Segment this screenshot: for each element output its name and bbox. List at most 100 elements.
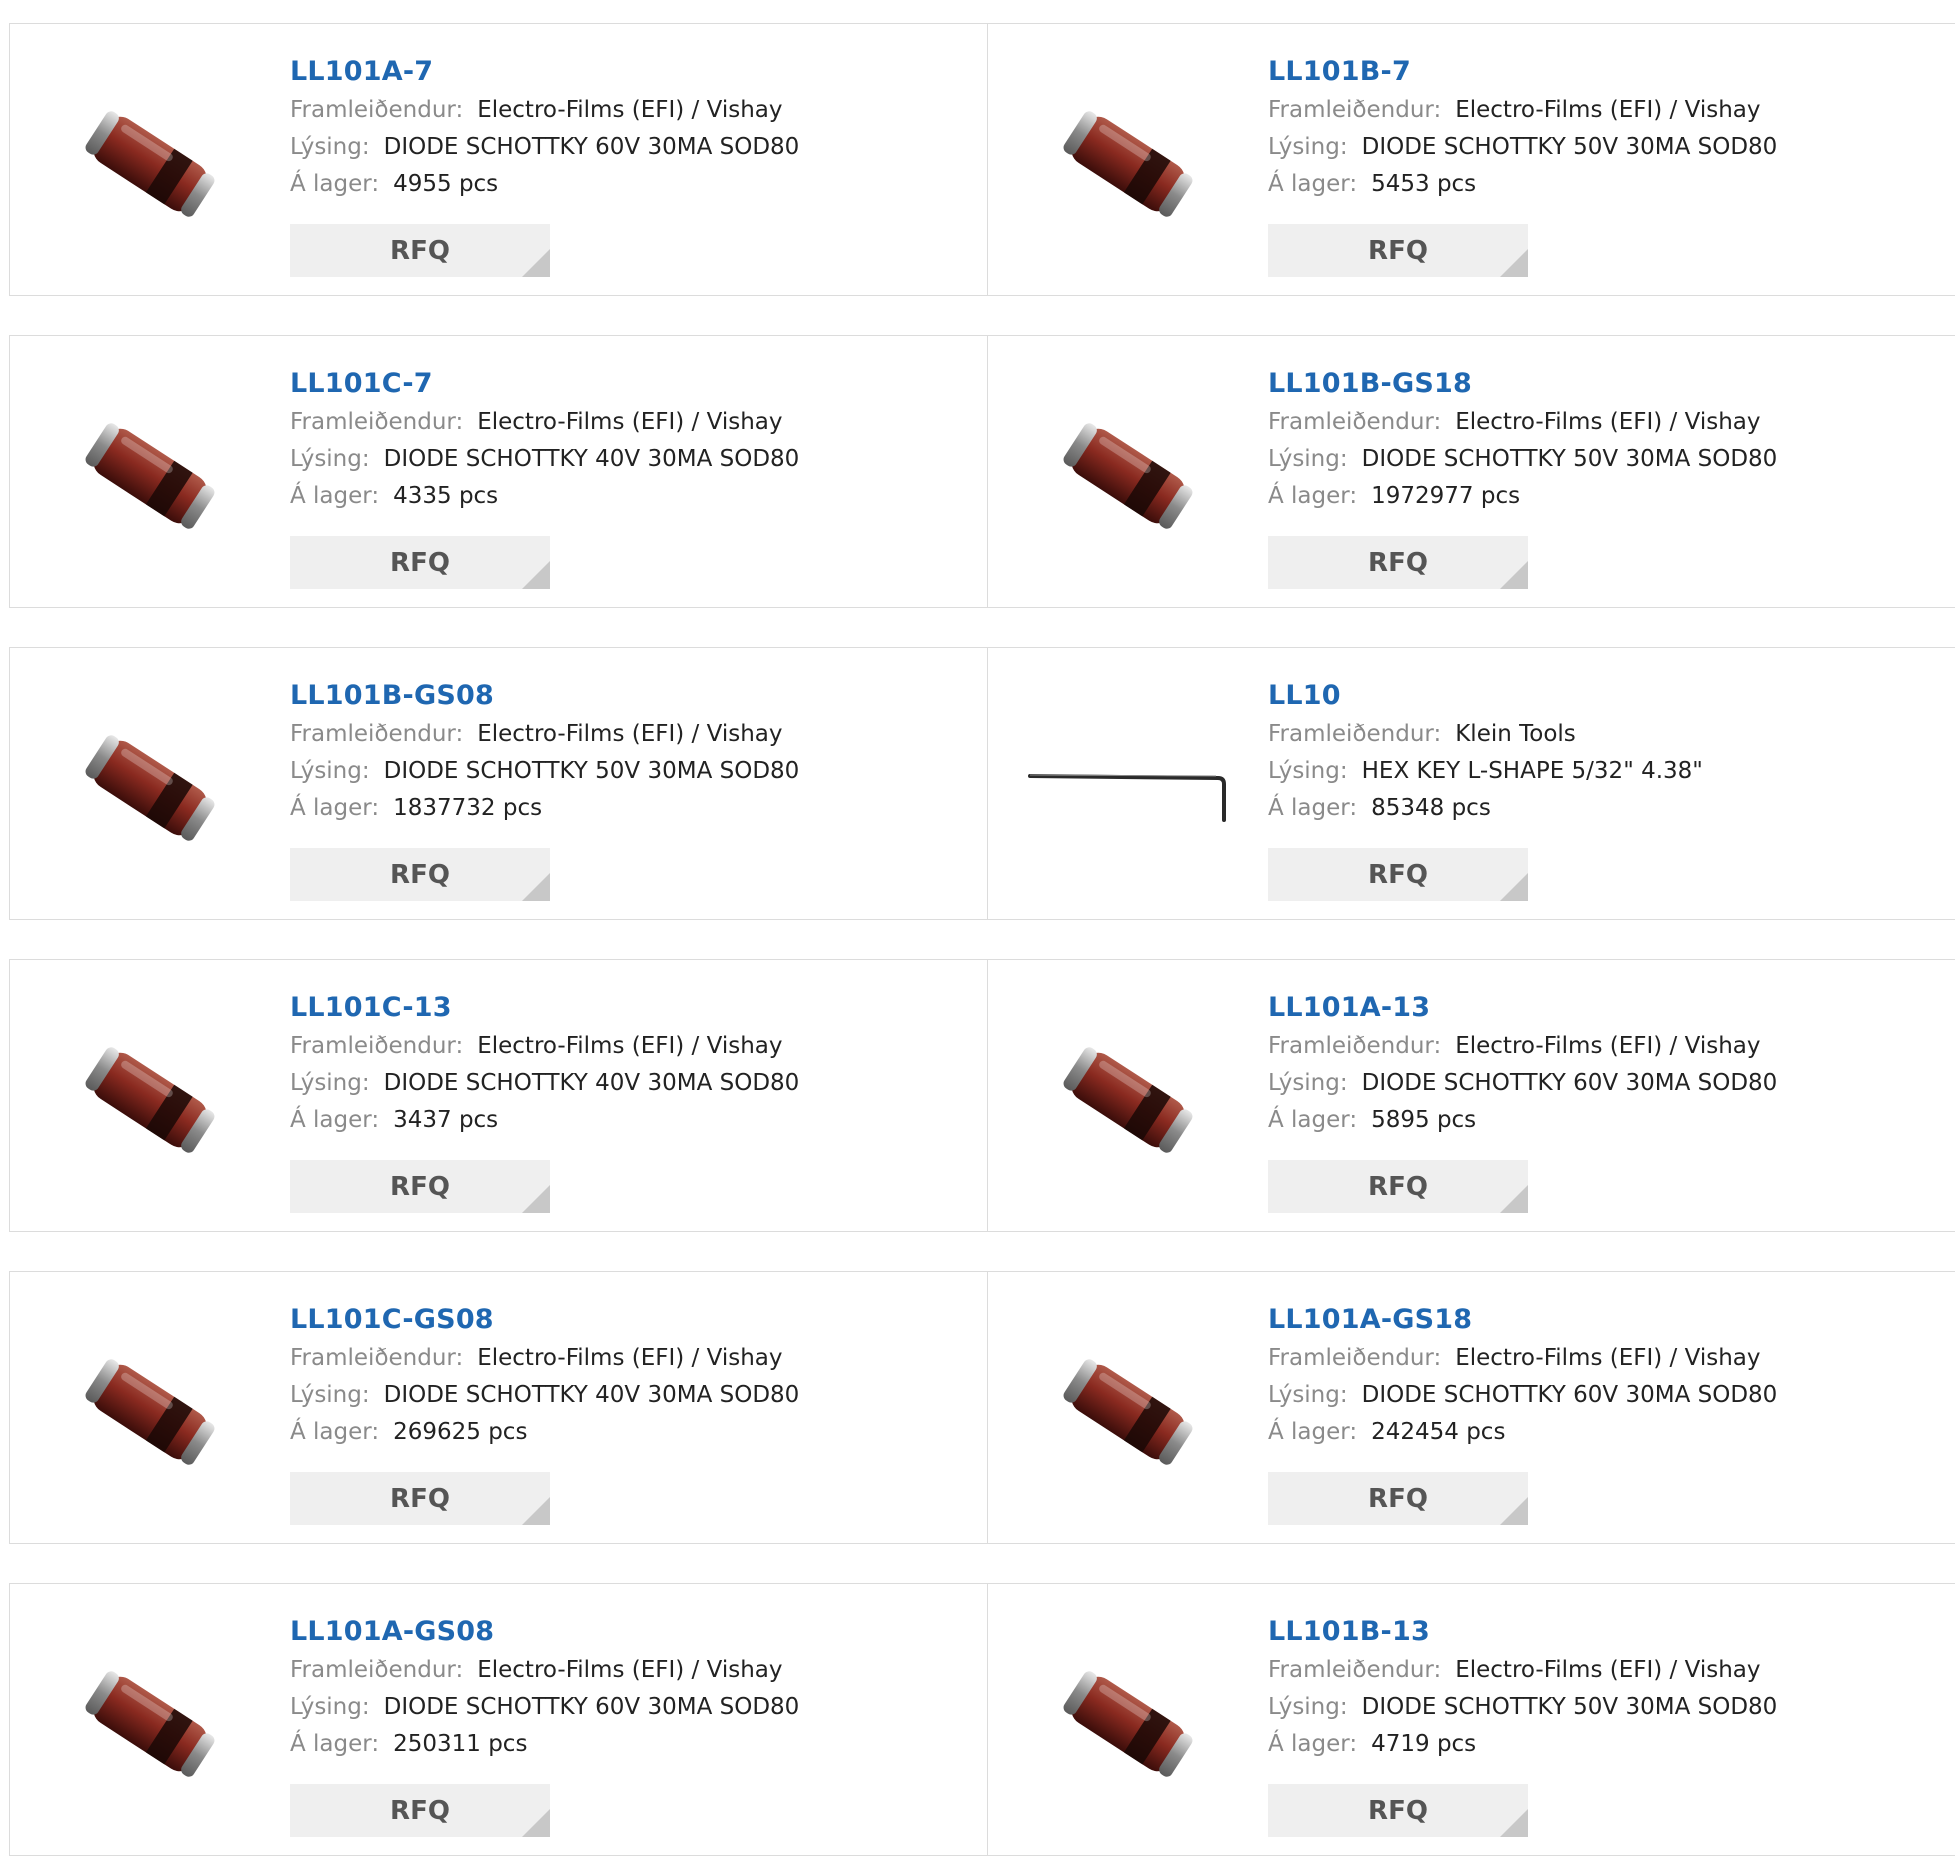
product-image[interactable] [50, 688, 250, 888]
part-number-link[interactable]: LL101C-GS08 [290, 1300, 799, 1340]
diode-icon [1063, 1359, 1193, 1465]
manufacturer-label: Framleiðendur: [1268, 1345, 1442, 1371]
description-value: DIODE SCHOTTKY 50V 30MA SOD80 [1361, 446, 1778, 472]
description-value: DIODE SCHOTTKY 50V 30MA SOD80 [1361, 134, 1778, 160]
part-number-link[interactable]: LL101B-7 [1268, 52, 1777, 92]
product-card: LL101B-GS08 Framleiðendur: Electro-Films … [10, 648, 988, 919]
part-number-link[interactable]: LL101A-13 [1268, 988, 1777, 1028]
diode-icon [1063, 1671, 1193, 1777]
rfq-label: RFQ [390, 547, 450, 578]
corner-triangle-icon [522, 873, 550, 901]
rfq-button[interactable]: RFQ [1268, 1160, 1528, 1213]
rfq-label: RFQ [1368, 547, 1428, 578]
rfq-label: RFQ [1368, 235, 1428, 266]
rfq-label: RFQ [1368, 1483, 1428, 1514]
manufacturer-value: Klein Tools [1455, 721, 1576, 747]
part-number-link[interactable]: LL101B-GS18 [1268, 364, 1777, 404]
rfq-label: RFQ [390, 235, 450, 266]
stock-value: 4335 pcs [393, 483, 499, 509]
diode-icon [85, 111, 215, 217]
stock-label: Á lager: [290, 1107, 380, 1133]
manufacturer-label: Framleiðendur: [1268, 1033, 1442, 1059]
description-label: Lýsing: [290, 758, 370, 784]
product-image[interactable] [50, 1624, 250, 1824]
part-number-link[interactable]: LL101A-GS18 [1268, 1300, 1777, 1340]
stock-value: 4955 pcs [393, 171, 499, 197]
product-card: LL101C-13 Framleiðendur: Electro-Films (E… [10, 960, 988, 1231]
manufacturer-value: Electro-Films (EFI) / Vishay [477, 409, 783, 435]
product-image[interactable] [50, 376, 250, 576]
description-label: Lýsing: [290, 1382, 370, 1408]
product-image[interactable] [50, 64, 250, 264]
product-row: LL101C-13 Framleiðendur: Electro-Films (E… [9, 959, 1955, 1232]
product-image[interactable] [50, 1312, 250, 1512]
manufacturer-label: Framleiðendur: [290, 721, 464, 747]
stock-value: 85348 pcs [1371, 795, 1491, 821]
diode-icon [85, 1047, 215, 1153]
stock-value: 242454 pcs [1371, 1419, 1506, 1445]
manufacturer-value: Electro-Films (EFI) / Vishay [477, 1345, 783, 1371]
rfq-button[interactable]: RFQ [290, 224, 550, 277]
rfq-button[interactable]: RFQ [290, 848, 550, 901]
description-label: Lýsing: [1268, 1694, 1348, 1720]
part-number-link[interactable]: LL101C-7 [290, 364, 799, 404]
diode-icon [85, 1671, 215, 1777]
manufacturer-value: Electro-Films (EFI) / Vishay [477, 721, 783, 747]
product-row: LL101A-7 Framleiðendur: Electro-Films (EF… [9, 23, 1955, 296]
corner-triangle-icon [522, 1185, 550, 1213]
rfq-button[interactable]: RFQ [290, 1472, 550, 1525]
rfq-button[interactable]: RFQ [290, 536, 550, 589]
part-number-link[interactable]: LL101A-7 [290, 52, 799, 92]
stock-value: 269625 pcs [393, 1419, 528, 1445]
rfq-label: RFQ [390, 1795, 450, 1826]
rfq-label: RFQ [390, 1171, 450, 1202]
description-value: DIODE SCHOTTKY 40V 30MA SOD80 [383, 1070, 800, 1096]
product-card: LL101C-GS08 Framleiðendur: Electro-Films … [10, 1272, 988, 1543]
diode-icon [85, 423, 215, 529]
stock-value: 3437 pcs [393, 1107, 499, 1133]
rfq-button[interactable]: RFQ [1268, 536, 1528, 589]
product-card: LL101A-7 Framleiðendur: Electro-Films (EF… [10, 24, 988, 295]
manufacturer-label: Framleiðendur: [290, 1345, 464, 1371]
description-label: Lýsing: [1268, 1070, 1348, 1096]
stock-label: Á lager: [290, 171, 380, 197]
product-card: LL101A-13 Framleiðendur: Electro-Films (E… [988, 960, 1955, 1231]
rfq-button[interactable]: RFQ [1268, 224, 1528, 277]
manufacturer-value: Electro-Films (EFI) / Vishay [1455, 1033, 1761, 1059]
description-value: DIODE SCHOTTKY 50V 30MA SOD80 [1361, 1694, 1778, 1720]
corner-triangle-icon [1500, 1185, 1528, 1213]
manufacturer-value: Electro-Films (EFI) / Vishay [1455, 97, 1761, 123]
product-image[interactable] [1028, 376, 1228, 576]
manufacturer-label: Framleiðendur: [1268, 721, 1442, 747]
part-number-link[interactable]: LL10 [1268, 676, 1703, 716]
rfq-button[interactable]: RFQ [1268, 1472, 1528, 1525]
part-number-link[interactable]: LL101B-13 [1268, 1612, 1777, 1652]
product-image[interactable] [1028, 1312, 1228, 1512]
part-number-link[interactable]: LL101B-GS08 [290, 676, 799, 716]
corner-triangle-icon [522, 1809, 550, 1837]
rfq-label: RFQ [1368, 1171, 1428, 1202]
part-number-link[interactable]: LL101C-13 [290, 988, 799, 1028]
stock-label: Á lager: [1268, 483, 1358, 509]
rfq-button[interactable]: RFQ [1268, 1784, 1528, 1837]
rfq-button[interactable]: RFQ [290, 1784, 550, 1837]
manufacturer-label: Framleiðendur: [290, 409, 464, 435]
description-value: DIODE SCHOTTKY 40V 30MA SOD80 [383, 446, 800, 472]
product-image[interactable] [50, 1000, 250, 1200]
rfq-button[interactable]: RFQ [1268, 848, 1528, 901]
part-number-link[interactable]: LL101A-GS08 [290, 1612, 799, 1652]
manufacturer-value: Electro-Films (EFI) / Vishay [477, 97, 783, 123]
stock-label: Á lager: [1268, 1731, 1358, 1757]
stock-label: Á lager: [290, 795, 380, 821]
product-image[interactable] [1028, 688, 1228, 888]
stock-value: 5895 pcs [1371, 1107, 1477, 1133]
product-card: LL101B-13 Framleiðendur: Electro-Films (E… [988, 1584, 1955, 1855]
rfq-button[interactable]: RFQ [290, 1160, 550, 1213]
product-image[interactable] [1028, 1624, 1228, 1824]
description-value: HEX KEY L-SHAPE 5/32" 4.38" [1361, 758, 1703, 784]
description-label: Lýsing: [1268, 758, 1348, 784]
corner-triangle-icon [522, 561, 550, 589]
product-image[interactable] [1028, 64, 1228, 264]
product-image[interactable] [1028, 1000, 1228, 1200]
stock-label: Á lager: [290, 1731, 380, 1757]
